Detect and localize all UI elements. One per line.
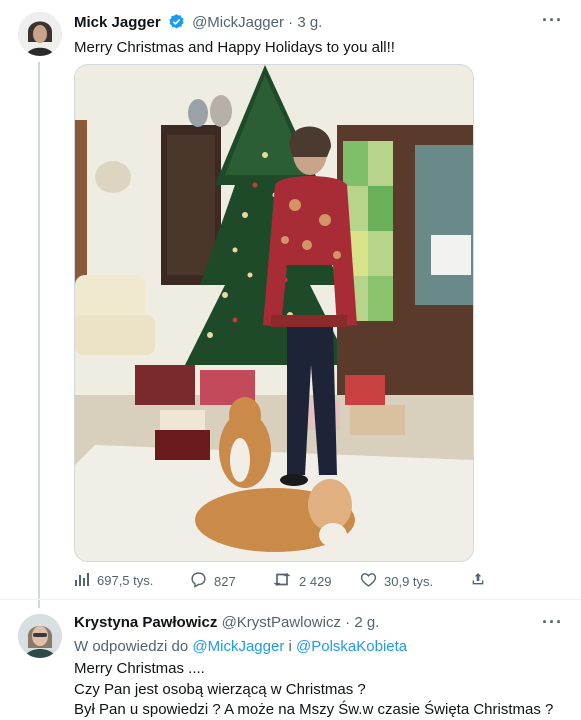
reply-icon	[190, 571, 207, 591]
tweet-actions: 697,5 tys. 827 2 429 30,9 tys.	[74, 568, 484, 592]
tweet-time[interactable]: 3 g.	[297, 14, 322, 31]
verified-badge-icon	[168, 13, 185, 34]
mention-conjunction: i	[288, 638, 292, 655]
mention-link[interactable]: @PolskaKobieta	[296, 638, 407, 655]
reply-text-line: Czy Pan jest osobą wierzącą w Christmas …	[74, 681, 366, 698]
divider	[0, 599, 581, 600]
reply-count: 827	[214, 573, 236, 589]
reply-time-separator: ·	[340, 614, 355, 631]
retweet-icon	[272, 571, 292, 591]
reply-text-line: Był Pan u spowiedzi ? A może na Mszy Św.…	[74, 701, 554, 718]
tweet-photo[interactable]	[74, 64, 474, 562]
reply-author-name[interactable]: Krystyna Pawłowicz	[74, 614, 217, 631]
reply-text-line: Merry Christmas ....	[74, 660, 205, 677]
replying-to: W odpowiedzi do @MickJagger i @PolskaKob…	[74, 638, 407, 655]
retweet-button[interactable]: 2 429	[272, 571, 332, 591]
time-separator: ·	[283, 14, 298, 31]
reply-author-avatar[interactable]	[18, 614, 62, 658]
reply-author-handle[interactable]: @KrystPawlowicz	[222, 614, 341, 631]
tweet-header: Mick Jagger @MickJagger · 3 g.	[74, 13, 322, 34]
replying-to-label: W odpowiedzi do	[74, 638, 189, 655]
reply-time[interactable]: 2 g.	[354, 614, 379, 631]
views-count: 697,5 tys.	[97, 573, 154, 588]
like-icon	[360, 571, 377, 591]
author-handle[interactable]: @MickJagger	[192, 14, 284, 31]
mention-link[interactable]: @MickJagger	[192, 638, 284, 655]
like-count: 30,9 tys.	[384, 573, 434, 589]
author-avatar[interactable]	[18, 12, 62, 56]
reply-header: Krystyna Pawłowicz @KrystPawlowicz · 2 g…	[74, 614, 379, 631]
reply-button[interactable]: 827	[190, 571, 236, 591]
more-icon[interactable]: ···	[542, 10, 563, 31]
retweet-count: 2 429	[299, 573, 332, 589]
reply-more-icon[interactable]: ···	[542, 612, 563, 633]
share-icon[interactable]	[470, 571, 486, 587]
views-button[interactable]: 697,5 tys.	[74, 571, 153, 590]
like-button[interactable]: 30,9 tys.	[360, 571, 433, 591]
views-icon	[74, 571, 90, 590]
tweet-text: Merry Christmas and Happy Holidays to yo…	[74, 39, 395, 56]
thread-line	[38, 62, 40, 608]
author-name[interactable]: Mick Jagger	[74, 14, 161, 31]
